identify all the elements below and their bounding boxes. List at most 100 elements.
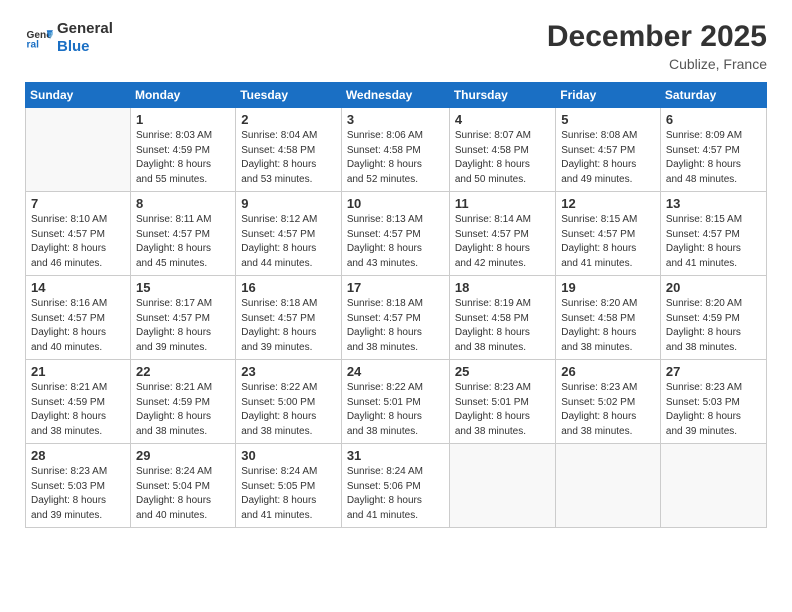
day-number: 25 bbox=[455, 364, 550, 379]
day-number: 19 bbox=[561, 280, 655, 295]
calendar-cell: 19 Sunrise: 8:20 AM Sunset: 4:58 PM Dayli… bbox=[556, 276, 661, 360]
calendar-cell: 1 Sunrise: 8:03 AM Sunset: 4:59 PM Daylig… bbox=[130, 108, 235, 192]
col-monday: Monday bbox=[130, 83, 235, 108]
day-info: Sunrise: 8:16 AM Sunset: 4:57 PM Dayligh… bbox=[31, 297, 125, 355]
calendar-cell: 22 Sunrise: 8:21 AM Sunset: 4:59 PM Dayli… bbox=[130, 360, 235, 444]
calendar-cell: 28Sunrise: 8:23 AM Sunset: 5:03 PM Dayli… bbox=[26, 444, 131, 528]
day-info: Sunrise: 8:23 AM Sunset: 5:02 PM Dayligh… bbox=[561, 381, 655, 439]
calendar-cell: 18 Sunrise: 8:19 AM Sunset: 4:58 PM Dayli… bbox=[449, 276, 555, 360]
calendar-cell: 9 Sunrise: 8:12 AM Sunset: 4:57 PM Daylig… bbox=[236, 192, 342, 276]
day-number: 31 bbox=[347, 448, 444, 463]
calendar-cell: 2 Sunrise: 8:04 AM Sunset: 4:58 PM Daylig… bbox=[236, 108, 342, 192]
day-number: 30 bbox=[241, 448, 336, 463]
day-number: 20 bbox=[666, 280, 761, 295]
calendar-cell bbox=[449, 444, 555, 528]
day-info: Sunrise: 8:15 AM Sunset: 4:57 PM Dayligh… bbox=[561, 213, 655, 271]
day-info: Sunrise: 8:21 AM Sunset: 4:59 PM Dayligh… bbox=[31, 381, 125, 439]
day-number: 2 bbox=[241, 112, 336, 127]
day-number: 6 bbox=[666, 112, 761, 127]
day-number: 8 bbox=[136, 196, 230, 211]
day-info: Sunrise: 8:24 AM Sunset: 5:05 PM Dayligh… bbox=[241, 465, 336, 523]
day-info: Sunrise: 8:07 AM Sunset: 4:58 PM Dayligh… bbox=[455, 129, 550, 187]
day-info: Sunrise: 8:20 AM Sunset: 4:59 PM Dayligh… bbox=[666, 297, 761, 355]
day-info: Sunrise: 8:09 AM Sunset: 4:57 PM Dayligh… bbox=[666, 129, 761, 187]
day-number: 7 bbox=[31, 196, 125, 211]
day-number: 23 bbox=[241, 364, 336, 379]
col-wednesday: Wednesday bbox=[341, 83, 449, 108]
day-info: Sunrise: 8:23 AM Sunset: 5:03 PM Dayligh… bbox=[31, 465, 125, 523]
calendar-cell: 10Sunrise: 8:13 AM Sunset: 4:57 PM Dayli… bbox=[341, 192, 449, 276]
calendar-cell: 23 Sunrise: 8:22 AM Sunset: 5:00 PM Dayli… bbox=[236, 360, 342, 444]
day-number: 16 bbox=[241, 280, 336, 295]
col-sunday: Sunday bbox=[26, 83, 131, 108]
day-info: Sunrise: 8:22 AM Sunset: 5:01 PM Dayligh… bbox=[347, 381, 444, 439]
main-title: December 2025 bbox=[547, 20, 767, 54]
week-row-5: 28Sunrise: 8:23 AM Sunset: 5:03 PM Dayli… bbox=[26, 444, 767, 528]
col-thursday: Thursday bbox=[449, 83, 555, 108]
logo-line1: General bbox=[57, 20, 113, 38]
day-info: Sunrise: 8:24 AM Sunset: 5:06 PM Dayligh… bbox=[347, 465, 444, 523]
day-number: 21 bbox=[31, 364, 125, 379]
calendar-cell: 26Sunrise: 8:23 AM Sunset: 5:02 PM Dayli… bbox=[556, 360, 661, 444]
day-info: Sunrise: 8:12 AM Sunset: 4:57 PM Dayligh… bbox=[241, 213, 336, 271]
calendar-cell: 20 Sunrise: 8:20 AM Sunset: 4:59 PM Dayli… bbox=[660, 276, 766, 360]
calendar-cell: 6 Sunrise: 8:09 AM Sunset: 4:57 PM Daylig… bbox=[660, 108, 766, 192]
calendar-cell: 3Sunrise: 8:06 AM Sunset: 4:58 PM Daylig… bbox=[341, 108, 449, 192]
calendar-cell: 12 Sunrise: 8:15 AM Sunset: 4:57 PM Dayli… bbox=[556, 192, 661, 276]
day-info: Sunrise: 8:19 AM Sunset: 4:58 PM Dayligh… bbox=[455, 297, 550, 355]
calendar-cell bbox=[660, 444, 766, 528]
logo-line2: Blue bbox=[57, 38, 113, 56]
calendar-cell: 11Sunrise: 8:14 AM Sunset: 4:57 PM Dayli… bbox=[449, 192, 555, 276]
day-info: Sunrise: 8:10 AM Sunset: 4:57 PM Dayligh… bbox=[31, 213, 125, 271]
day-info: Sunrise: 8:23 AM Sunset: 5:01 PM Dayligh… bbox=[455, 381, 550, 439]
col-friday: Friday bbox=[556, 83, 661, 108]
calendar-table: Sunday Monday Tuesday Wednesday Thursday… bbox=[25, 82, 767, 528]
day-number: 11 bbox=[455, 196, 550, 211]
day-number: 3 bbox=[347, 112, 444, 127]
day-info: Sunrise: 8:20 AM Sunset: 4:58 PM Dayligh… bbox=[561, 297, 655, 355]
calendar-cell: 17Sunrise: 8:18 AM Sunset: 4:57 PM Dayli… bbox=[341, 276, 449, 360]
header: Gene ral General Blue December 2025 Cubl… bbox=[25, 20, 767, 72]
calendar-cell: 15 Sunrise: 8:17 AM Sunset: 4:57 PM Dayli… bbox=[130, 276, 235, 360]
day-info: Sunrise: 8:04 AM Sunset: 4:58 PM Dayligh… bbox=[241, 129, 336, 187]
day-info: Sunrise: 8:24 AM Sunset: 5:04 PM Dayligh… bbox=[136, 465, 230, 523]
day-info: Sunrise: 8:11 AM Sunset: 4:57 PM Dayligh… bbox=[136, 213, 230, 271]
calendar-cell: 7 Sunrise: 8:10 AM Sunset: 4:57 PM Daylig… bbox=[26, 192, 131, 276]
calendar-cell: 21 Sunrise: 8:21 AM Sunset: 4:59 PM Dayli… bbox=[26, 360, 131, 444]
logo: Gene ral General Blue bbox=[25, 20, 113, 56]
calendar-cell: 13Sunrise: 8:15 AM Sunset: 4:57 PM Dayli… bbox=[660, 192, 766, 276]
day-number: 15 bbox=[136, 280, 230, 295]
day-number: 29 bbox=[136, 448, 230, 463]
day-info: Sunrise: 8:21 AM Sunset: 4:59 PM Dayligh… bbox=[136, 381, 230, 439]
day-number: 17 bbox=[347, 280, 444, 295]
day-number: 27 bbox=[666, 364, 761, 379]
day-info: Sunrise: 8:15 AM Sunset: 4:57 PM Dayligh… bbox=[666, 213, 761, 271]
calendar-cell: 30 Sunrise: 8:24 AM Sunset: 5:05 PM Dayli… bbox=[236, 444, 342, 528]
week-row-2: 7 Sunrise: 8:10 AM Sunset: 4:57 PM Daylig… bbox=[26, 192, 767, 276]
day-number: 1 bbox=[136, 112, 230, 127]
calendar-cell: 4 Sunrise: 8:07 AM Sunset: 4:58 PM Daylig… bbox=[449, 108, 555, 192]
day-number: 24 bbox=[347, 364, 444, 379]
day-number: 9 bbox=[241, 196, 336, 211]
day-info: Sunrise: 8:03 AM Sunset: 4:59 PM Dayligh… bbox=[136, 129, 230, 187]
subtitle: Cublize, France bbox=[547, 56, 767, 72]
title-block: December 2025 Cublize, France bbox=[547, 20, 767, 72]
day-info: Sunrise: 8:17 AM Sunset: 4:57 PM Dayligh… bbox=[136, 297, 230, 355]
day-number: 5 bbox=[561, 112, 655, 127]
week-row-4: 21 Sunrise: 8:21 AM Sunset: 4:59 PM Dayli… bbox=[26, 360, 767, 444]
day-number: 14 bbox=[31, 280, 125, 295]
week-row-3: 14 Sunrise: 8:16 AM Sunset: 4:57 PM Dayli… bbox=[26, 276, 767, 360]
svg-text:ral: ral bbox=[27, 39, 40, 50]
calendar-cell: 31 Sunrise: 8:24 AM Sunset: 5:06 PM Dayli… bbox=[341, 444, 449, 528]
day-number: 22 bbox=[136, 364, 230, 379]
day-number: 4 bbox=[455, 112, 550, 127]
calendar-cell bbox=[556, 444, 661, 528]
day-info: Sunrise: 8:23 AM Sunset: 5:03 PM Dayligh… bbox=[666, 381, 761, 439]
day-info: Sunrise: 8:22 AM Sunset: 5:00 PM Dayligh… bbox=[241, 381, 336, 439]
week-row-1: 1 Sunrise: 8:03 AM Sunset: 4:59 PM Daylig… bbox=[26, 108, 767, 192]
day-number: 18 bbox=[455, 280, 550, 295]
calendar-cell: 24 Sunrise: 8:22 AM Sunset: 5:01 PM Dayli… bbox=[341, 360, 449, 444]
day-info: Sunrise: 8:08 AM Sunset: 4:57 PM Dayligh… bbox=[561, 129, 655, 187]
day-number: 12 bbox=[561, 196, 655, 211]
calendar-header-row: Sunday Monday Tuesday Wednesday Thursday… bbox=[26, 83, 767, 108]
